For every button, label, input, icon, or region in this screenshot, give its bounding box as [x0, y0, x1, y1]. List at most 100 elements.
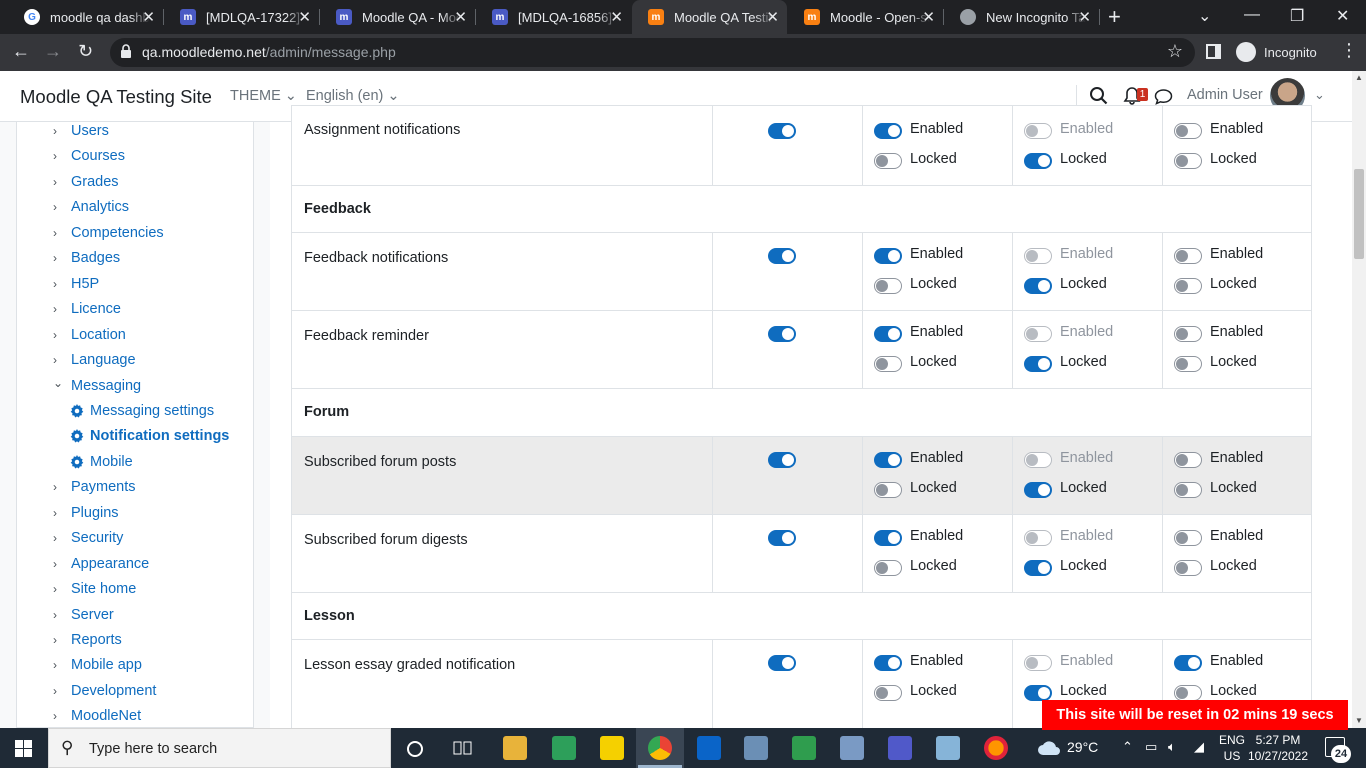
mobile-enabled-toggle[interactable] [1024, 123, 1052, 139]
sticky-notes-icon[interactable] [600, 736, 624, 760]
chevron-right-icon[interactable]: › [53, 709, 65, 723]
sidebar-item-analytics[interactable]: › Analytics [17, 196, 129, 218]
chat-icon[interactable] [1154, 88, 1173, 105]
chevron-right-icon[interactable]: › [53, 200, 65, 214]
cortana-icon[interactable] [406, 740, 424, 758]
chevron-right-icon[interactable]: › [53, 480, 65, 494]
scroll-down-icon[interactable]: ▼ [1355, 716, 1363, 725]
chevron-down-icon[interactable]: ⌄ [53, 376, 65, 390]
battery-icon[interactable]: ▭ [1145, 739, 1157, 755]
windows-start-icon[interactable] [15, 740, 32, 757]
mobile-enabled-toggle[interactable] [1024, 248, 1052, 264]
chevron-right-icon[interactable]: › [53, 633, 65, 647]
chevron-right-icon[interactable]: › [53, 124, 65, 138]
clock[interactable]: 5:27 PM 10/27/2022 [1239, 732, 1317, 764]
close-tab-icon[interactable]: ✕ [1078, 8, 1091, 26]
sidebar-item-site-home[interactable]: › Site home [17, 578, 136, 600]
web-enabled-toggle[interactable] [874, 326, 902, 342]
volume-icon[interactable]: 🔈︎ [1168, 739, 1176, 755]
minimize-button[interactable]: — [1244, 6, 1260, 24]
search-icon[interactable] [1089, 86, 1108, 105]
app-icon[interactable] [744, 736, 768, 760]
sidebar-item-users[interactable]: › Users [17, 122, 109, 142]
outlook-icon[interactable] [697, 736, 721, 760]
email-enabled-toggle[interactable] [1174, 452, 1202, 468]
notification-enabled-toggle[interactable] [768, 326, 796, 342]
close-window-button[interactable]: ✕ [1336, 6, 1349, 26]
email-enabled-toggle[interactable] [1174, 248, 1202, 264]
sidebar-item-messaging[interactable]: ⌄ Messaging [17, 375, 141, 397]
chevron-right-icon[interactable]: › [53, 506, 65, 520]
close-tab-icon[interactable]: ✕ [142, 8, 155, 26]
web-locked-toggle[interactable] [874, 685, 902, 701]
new-tab-button[interactable]: + [1108, 4, 1121, 30]
chevron-right-icon[interactable]: › [53, 658, 65, 672]
chevron-right-icon[interactable]: › [53, 684, 65, 698]
chevron-right-icon[interactable]: › [53, 251, 65, 265]
email-locked-toggle[interactable] [1174, 685, 1202, 701]
chevron-right-icon[interactable]: › [53, 353, 65, 367]
mobile-locked-toggle[interactable] [1024, 356, 1052, 372]
chevron-right-icon[interactable]: › [53, 175, 65, 189]
taskbar-search-box[interactable]: ⚲ Type here to search [48, 728, 391, 768]
sidebar-item-badges[interactable]: › Badges [17, 247, 120, 269]
sidebar-item-courses[interactable]: › Courses [17, 145, 125, 167]
scroll-up-icon[interactable]: ▲ [1355, 73, 1363, 82]
notification-enabled-toggle[interactable] [768, 655, 796, 671]
theme-dropdown[interactable]: THEME ⌄ [230, 88, 297, 104]
chrome-icon[interactable] [648, 736, 672, 760]
incognito-profile-button[interactable]: Incognito [1232, 39, 1327, 65]
web-enabled-toggle[interactable] [874, 530, 902, 546]
address-bar[interactable]: qa.moodledemo.net/admin/message.php ☆ [110, 38, 1195, 67]
mobile-enabled-toggle[interactable] [1024, 326, 1052, 342]
site-name[interactable]: Moodle QA Testing Site [20, 86, 212, 108]
firefox-icon[interactable] [984, 736, 1008, 760]
web-locked-toggle[interactable] [874, 153, 902, 169]
network-icon[interactable]: ◢ [1194, 739, 1204, 755]
sidebar-item-plugins[interactable]: › Plugins [17, 502, 119, 524]
forward-icon[interactable]: → [44, 41, 62, 62]
web-enabled-toggle[interactable] [874, 655, 902, 671]
mobile-enabled-toggle[interactable] [1024, 655, 1052, 671]
browser-tab[interactable]: m [MDLQA-17322] Check✕ [164, 0, 320, 34]
email-enabled-toggle[interactable] [1174, 123, 1202, 139]
notification-enabled-toggle[interactable] [768, 452, 796, 468]
tab-search-icon[interactable]: ⌄ [1198, 6, 1211, 26]
email-locked-toggle[interactable] [1174, 560, 1202, 576]
file-explorer-icon[interactable] [503, 736, 527, 760]
chevron-right-icon[interactable]: › [53, 557, 65, 571]
chevron-right-icon[interactable]: › [53, 608, 65, 622]
mobile-locked-toggle[interactable] [1024, 560, 1052, 576]
sidebar-item-grades[interactable]: › Grades [17, 171, 119, 193]
web-locked-toggle[interactable] [874, 560, 902, 576]
email-locked-toggle[interactable] [1174, 356, 1202, 372]
browser-tab[interactable]: m Moodle QA Testing Site✕ [632, 0, 787, 34]
sidebar-item-mobile-app[interactable]: › Mobile app [17, 654, 142, 676]
notification-enabled-toggle[interactable] [768, 248, 796, 264]
chevron-right-icon[interactable]: › [53, 277, 65, 291]
mobile-enabled-toggle[interactable] [1024, 452, 1052, 468]
mobile-locked-toggle[interactable] [1024, 685, 1052, 701]
mobile-locked-toggle[interactable] [1024, 153, 1052, 169]
chevron-right-icon[interactable]: › [53, 531, 65, 545]
scrollbar-thumb[interactable] [1354, 169, 1364, 259]
browser-tab[interactable]: Gmoodle qa dashboard✕ [8, 0, 164, 34]
close-tab-icon[interactable]: ✕ [610, 8, 623, 26]
page-scrollbar[interactable]: ▲ ▼ [1352, 71, 1366, 728]
web-enabled-toggle[interactable] [874, 452, 902, 468]
mobile-locked-toggle[interactable] [1024, 482, 1052, 498]
sidebar-item-licence[interactable]: › Licence [17, 298, 121, 320]
back-icon[interactable]: ← [12, 41, 30, 62]
sidebar-item-server[interactable]: › Server [17, 604, 114, 626]
sidebar-item-messaging-settings[interactable]: Messaging settings [17, 400, 214, 422]
email-enabled-toggle[interactable] [1174, 655, 1202, 671]
chevron-right-icon[interactable]: › [53, 302, 65, 316]
web-enabled-toggle[interactable] [874, 123, 902, 139]
chevron-right-icon[interactable]: › [53, 328, 65, 342]
side-panel-icon[interactable] [1206, 44, 1221, 59]
web-locked-toggle[interactable] [874, 482, 902, 498]
sidebar-item-reports[interactable]: › Reports [17, 629, 122, 651]
sidebar-item-appearance[interactable]: › Appearance [17, 553, 149, 575]
restore-button[interactable]: ❐ [1290, 6, 1304, 26]
bookmark-star-icon[interactable]: ☆ [1167, 41, 1183, 62]
